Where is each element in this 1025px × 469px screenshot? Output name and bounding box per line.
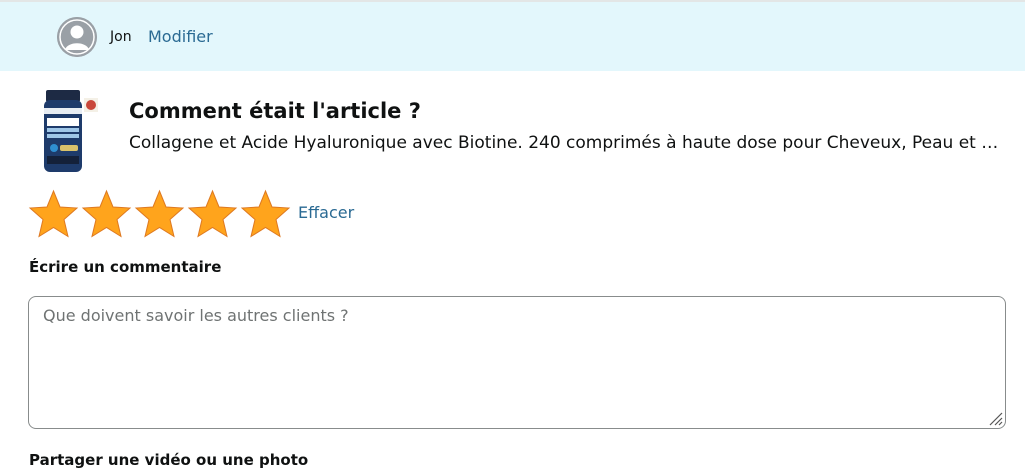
user-silhouette-icon [57,17,97,57]
product-image [36,88,106,174]
rating-question: Comment était l'article ? [129,99,421,123]
product-name: Collagene et Acide Hyaluronique avec Bio… [129,133,1009,153]
media-upload-label: Partager une vidéo ou une photo [29,451,309,469]
profile-header: Jon Modifier [0,2,1025,71]
star-4-icon[interactable] [186,189,239,239]
star-2-icon[interactable] [80,189,133,239]
star-5-icon[interactable] [239,189,292,239]
product-bottle-icon [44,90,98,172]
user-name: Jon [110,29,132,45]
review-textarea[interactable] [28,296,1006,429]
review-label: Écrire un commentaire [29,258,222,276]
resize-grip-icon[interactable] [987,410,1003,426]
star-rating [27,189,292,239]
clear-rating-link[interactable]: Effacer [298,203,354,222]
avatar[interactable] [57,17,97,57]
star-3-icon[interactable] [133,189,186,239]
star-1-icon[interactable] [27,189,80,239]
edit-profile-link[interactable]: Modifier [148,27,213,46]
